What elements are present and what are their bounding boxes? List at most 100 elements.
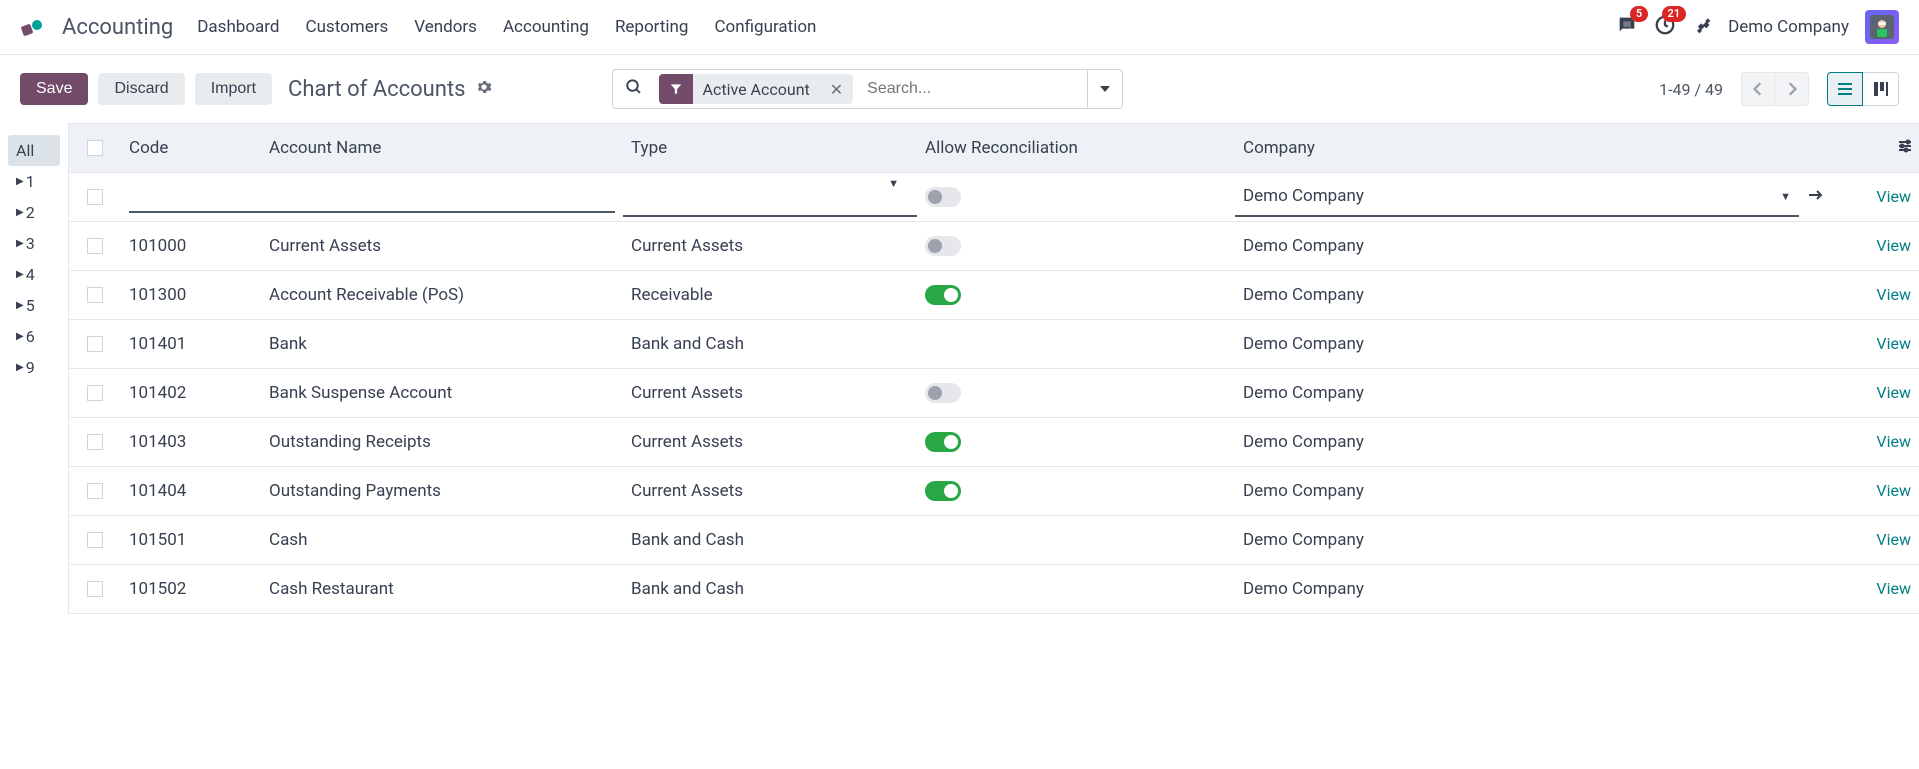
view-link[interactable]: View (1876, 432, 1911, 451)
cell-name[interactable]: Cash (261, 530, 623, 550)
cell-company[interactable]: Demo Company (1235, 579, 1829, 599)
sidebar-item-3[interactable]: ▶3 (8, 228, 60, 259)
pager-next[interactable] (1775, 72, 1809, 106)
cell-code[interactable]: 101501 (121, 530, 261, 550)
user-avatar[interactable] (1865, 10, 1899, 44)
sidebar-item-9[interactable]: ▶9 (8, 352, 60, 383)
cell-type[interactable]: Bank and Cash (623, 579, 917, 599)
cell-company[interactable]: Demo Company (1235, 285, 1829, 305)
view-link[interactable]: View (1876, 285, 1911, 304)
view-kanban-button[interactable] (1863, 72, 1899, 106)
recon-toggle[interactable] (925, 432, 961, 452)
cell-code[interactable]: 101404 (121, 481, 261, 501)
header-reconciliation[interactable]: Allow Reconciliation (917, 138, 1235, 158)
nav-configuration[interactable]: Configuration (714, 17, 816, 37)
cell-name[interactable]: Bank (261, 334, 623, 354)
nav-accounting[interactable]: Accounting (503, 17, 589, 37)
cell-name[interactable]: Bank Suspense Account (261, 383, 623, 403)
gear-icon[interactable] (476, 79, 492, 99)
sidebar-item-6[interactable]: ▶6 (8, 321, 60, 352)
view-link[interactable]: View (1876, 187, 1911, 206)
nav-customers[interactable]: Customers (306, 17, 389, 37)
external-link-icon[interactable] (1799, 187, 1829, 208)
view-link[interactable]: View (1876, 530, 1911, 549)
row-checkbox[interactable] (87, 483, 103, 499)
discard-button[interactable]: Discard (98, 73, 184, 105)
save-button[interactable]: Save (20, 73, 88, 105)
cell-name[interactable]: Outstanding Receipts (261, 432, 623, 452)
row-checkbox[interactable] (87, 434, 103, 450)
recon-toggle[interactable] (925, 383, 961, 403)
cell-name[interactable]: Account Receivable (PoS) (261, 285, 623, 305)
cell-code[interactable]: 101300 (121, 285, 261, 305)
cell-company[interactable]: Demo Company (1235, 383, 1829, 403)
cell-type[interactable]: Current Assets (623, 236, 917, 256)
filter-chip-remove[interactable]: ✕ (820, 80, 853, 99)
cell-type[interactable]: Current Assets (623, 481, 917, 501)
cell-name[interactable]: Outstanding Payments (261, 481, 623, 501)
view-link[interactable]: View (1876, 383, 1911, 402)
sidebar-item-1[interactable]: ▶1 (8, 166, 60, 197)
cell-code[interactable]: 101000 (121, 236, 261, 256)
company-selector[interactable]: Demo Company (1728, 17, 1849, 37)
cell-company[interactable]: Demo Company (1235, 432, 1829, 452)
cell-type[interactable]: Receivable (623, 285, 917, 305)
activities-icon[interactable]: 21 (1654, 14, 1676, 40)
cell-code[interactable]: 101401 (121, 334, 261, 354)
search-dropdown-toggle[interactable] (1087, 70, 1122, 108)
view-link[interactable]: View (1876, 579, 1911, 598)
header-type[interactable]: Type (623, 138, 917, 158)
cell-name[interactable]: Current Assets (261, 236, 623, 256)
nav-dashboard[interactable]: Dashboard (197, 17, 279, 37)
header-name[interactable]: Account Name (261, 138, 623, 158)
cell-code[interactable]: 101502 (121, 579, 261, 599)
header-code[interactable]: Code (121, 138, 261, 158)
recon-toggle[interactable] (925, 236, 961, 256)
sidebar-item-5[interactable]: ▶5 (8, 290, 60, 321)
row-checkbox[interactable] (87, 532, 103, 548)
view-list-button[interactable] (1827, 72, 1863, 106)
cell-name[interactable]: Cash Restaurant (261, 579, 623, 599)
view-link[interactable]: View (1876, 236, 1911, 255)
header-company[interactable]: Company (1235, 138, 1433, 158)
pager-text[interactable]: 1-49 / 49 (1659, 80, 1723, 99)
row-checkbox[interactable] (87, 287, 103, 303)
row-checkbox[interactable] (87, 336, 103, 352)
view-link[interactable]: View (1876, 334, 1911, 353)
new-company-select[interactable]: Demo Company ▼ (1235, 177, 1799, 217)
import-button[interactable]: Import (195, 73, 272, 105)
new-type-select[interactable]: ▼ (623, 177, 917, 217)
search-input[interactable] (857, 80, 1087, 98)
sidebar-item-2[interactable]: ▶2 (8, 197, 60, 228)
debug-icon[interactable] (1692, 15, 1712, 39)
cell-code[interactable]: 101402 (121, 383, 261, 403)
new-code-input[interactable] (129, 181, 615, 213)
row-checkbox[interactable] (87, 385, 103, 401)
sidebar-item-4[interactable]: ▶4 (8, 259, 60, 290)
row-checkbox[interactable] (87, 189, 103, 205)
sidebar-item-all[interactable]: All (8, 135, 60, 166)
row-checkbox[interactable] (87, 581, 103, 597)
cell-type[interactable]: Bank and Cash (623, 530, 917, 550)
cell-type[interactable]: Bank and Cash (623, 334, 917, 354)
app-logo[interactable] (20, 15, 44, 39)
cell-type[interactable]: Current Assets (623, 383, 917, 403)
nav-reporting[interactable]: Reporting (615, 17, 689, 37)
cell-company[interactable]: Demo Company (1235, 236, 1829, 256)
column-settings-icon[interactable] (1897, 138, 1913, 159)
recon-toggle[interactable] (925, 481, 961, 501)
cell-code[interactable]: 101403 (121, 432, 261, 452)
view-link[interactable]: View (1876, 481, 1911, 500)
select-all-checkbox[interactable] (87, 140, 103, 156)
messages-icon[interactable]: 5 (1616, 14, 1638, 40)
cell-company[interactable]: Demo Company (1235, 481, 1829, 501)
cell-company[interactable]: Demo Company (1235, 334, 1829, 354)
row-checkbox[interactable] (87, 238, 103, 254)
new-recon-toggle[interactable] (925, 187, 961, 207)
pager-prev[interactable] (1741, 72, 1775, 106)
app-name[interactable]: Accounting (62, 15, 173, 40)
cell-type[interactable]: Current Assets (623, 432, 917, 452)
recon-toggle[interactable] (925, 285, 961, 305)
cell-company[interactable]: Demo Company (1235, 530, 1829, 550)
nav-vendors[interactable]: Vendors (414, 17, 477, 37)
